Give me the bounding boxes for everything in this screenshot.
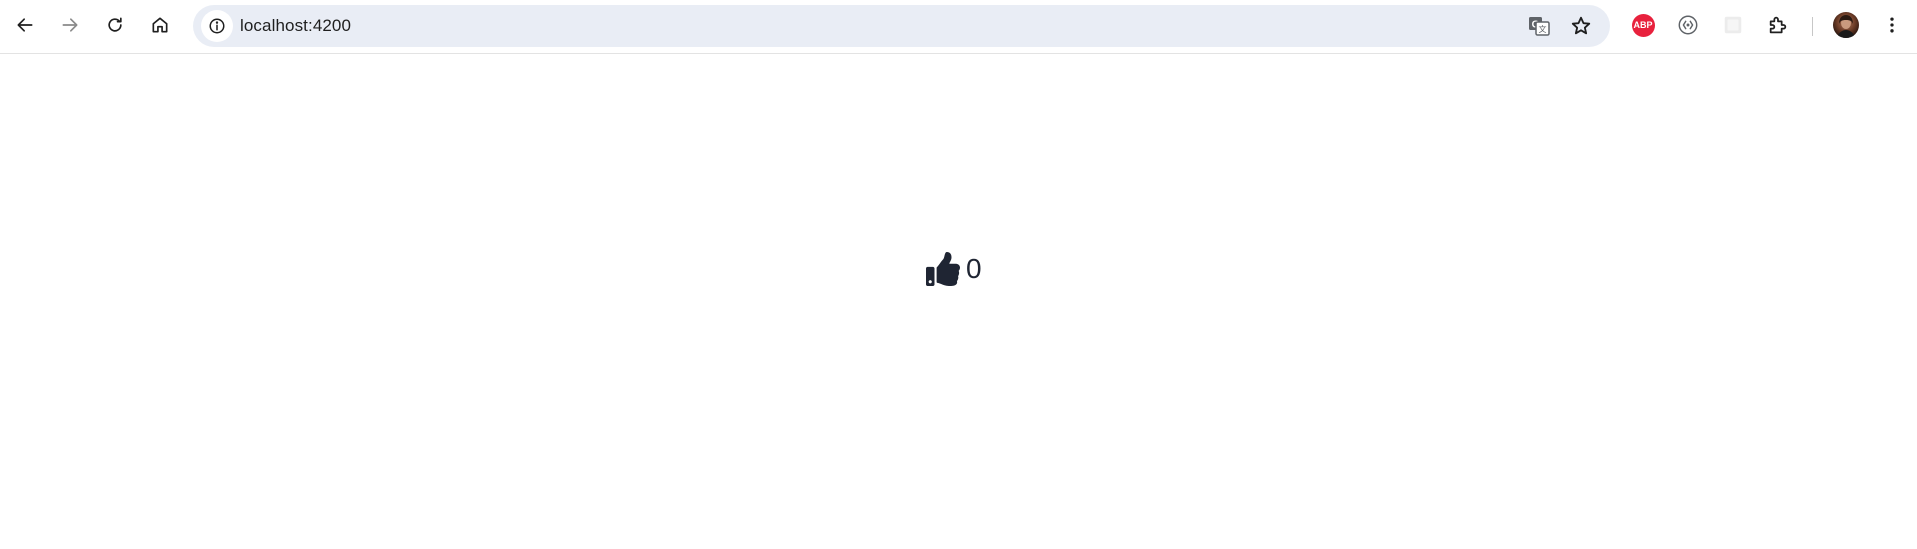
address-bar[interactable]: localhost:4200 G 文 xyxy=(193,5,1610,47)
reload-icon xyxy=(108,17,122,32)
translate-button[interactable]: G 文 xyxy=(1526,13,1552,39)
reload-button[interactable] xyxy=(97,7,133,43)
code-extension-button[interactable] xyxy=(1675,12,1701,38)
translate-icon: G 文 xyxy=(1529,17,1550,36)
adblock-extension-button[interactable]: ABP xyxy=(1630,12,1656,38)
home-button[interactable] xyxy=(142,7,178,43)
adblock-plus-icon: ABP xyxy=(1631,13,1655,37)
arrow-right-icon xyxy=(62,18,78,32)
url-text[interactable]: localhost:4200 xyxy=(240,16,351,36)
info-icon xyxy=(209,18,225,34)
blank-extension-icon xyxy=(1724,16,1742,34)
extensions-button[interactable] xyxy=(1765,12,1791,38)
back-button[interactable] xyxy=(7,7,43,43)
profile-photo-icon xyxy=(1837,15,1855,38)
arrow-left-icon xyxy=(17,18,33,32)
code-brackets-icon xyxy=(1678,15,1698,35)
forward-button[interactable] xyxy=(52,7,88,43)
avatar[interactable] xyxy=(1833,12,1859,38)
toolbar-separator xyxy=(1812,17,1813,36)
puzzle-icon xyxy=(1769,16,1787,34)
blank-extension-button[interactable] xyxy=(1720,12,1746,38)
thumbs-up-icon xyxy=(926,252,960,286)
like-button[interactable]: 0 xyxy=(926,252,982,286)
like-count: 0 xyxy=(966,253,982,284)
home-icon xyxy=(152,17,168,33)
bookmark-button[interactable] xyxy=(1568,13,1594,39)
site-info-button[interactable] xyxy=(201,10,233,42)
browser-menu-button[interactable] xyxy=(1880,12,1904,38)
star-icon xyxy=(1571,16,1591,35)
page-content: 0 xyxy=(0,55,1917,549)
svg-text:文: 文 xyxy=(1539,24,1547,34)
kebab-menu-icon xyxy=(1890,17,1894,33)
browser-toolbar: localhost:4200 G 文 ABP xyxy=(0,0,1917,54)
